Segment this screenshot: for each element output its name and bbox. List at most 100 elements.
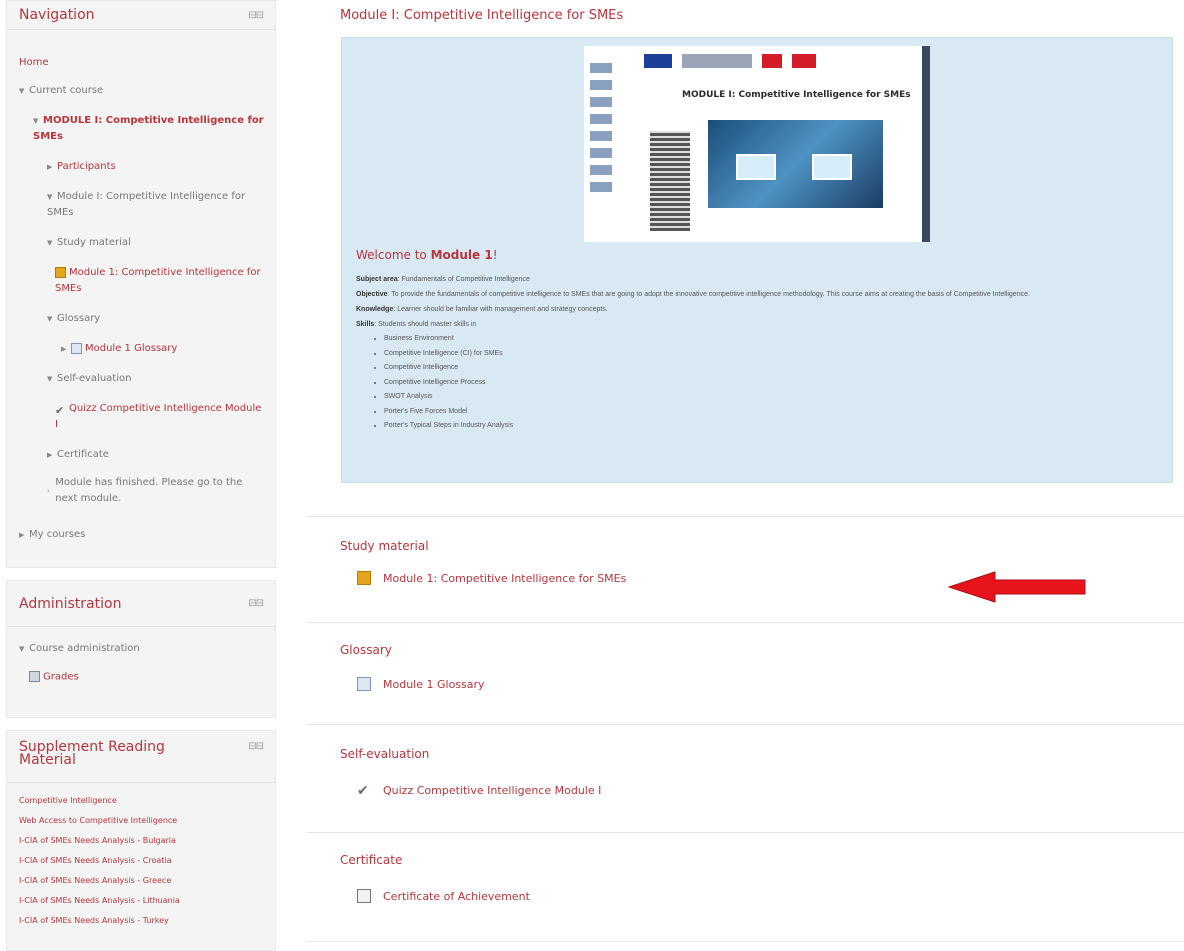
course-summary: MODULE I: Competitive Intelligence for S… (341, 37, 1173, 483)
main-content: Module I: Competitive Intelligence for S… (307, 0, 1184, 951)
supplement-link[interactable]: Web Access to Competitive Intelligence (19, 811, 263, 831)
nav-section-self[interactable]: ▼ Self-evaluation (47, 371, 131, 387)
caret-right-icon: ▶ (47, 163, 53, 171)
nav-course[interactable]: ▼ MODULE I: Competitive Intelligence for … (33, 113, 273, 145)
activity-label[interactable]: Certificate of Achievement (383, 890, 530, 903)
skill-item: Competitive Intelligence (384, 361, 1164, 376)
nav-section-module-label[interactable]: Module I: Competitive Intelligence for S… (47, 191, 245, 218)
section-title: Study material (340, 539, 429, 553)
nav-finished-note-label: Module has finished. Please go to the ne… (55, 477, 243, 504)
administration-header: Administration ⊟⊟ (7, 581, 275, 627)
supplement-block: Supplement Reading Material ⊟⊟ Competiti… (6, 730, 276, 951)
subject-label: Subject area (356, 276, 398, 283)
skills-line: Skills: Students should master skills in (356, 317, 1164, 332)
nav-study-item[interactable]: Module 1: Competitive Intelligence for S… (55, 265, 275, 297)
skill-item: Competitive Intelligence Process (384, 376, 1164, 391)
section-self-evaluation: Self-evaluation ✔ Quizz Competitive Intel… (307, 724, 1184, 832)
caret-down-icon: ▼ (47, 239, 53, 247)
nav-current-course[interactable]: ▼ Current course (19, 83, 103, 99)
nav-participants-label[interactable]: Participants (57, 161, 116, 172)
nav-section-glossary[interactable]: ▼ Glossary (47, 311, 100, 327)
navigation-title: Navigation (19, 7, 95, 23)
dock-icon[interactable]: ⊟⊟ (248, 598, 264, 609)
supplement-link[interactable]: Competitive Intelligence (19, 791, 263, 811)
supplement-link[interactable]: I-CIA of SMEs Needs Analysis - Croatia (19, 851, 263, 871)
section-study-material: Study material Module 1: Competitive Int… (307, 516, 1184, 622)
caret-right-icon: ▶ (47, 451, 53, 459)
nav-study-item-label[interactable]: Module 1: Competitive Intelligence for S… (55, 267, 261, 294)
skills-list: Business Environment Competitive Intelli… (356, 332, 1164, 434)
certificate-icon (357, 889, 371, 903)
activity-label[interactable]: Module 1 Glossary (383, 678, 485, 691)
activity-glossary[interactable]: Module 1 Glossary (357, 677, 485, 691)
administration-block: Administration ⊟⊟ ▼ Course administration… (6, 580, 276, 718)
section-certificate: Certificate Certificate of Achievement (307, 832, 1184, 942)
course-administration-label[interactable]: Course administration (29, 643, 140, 654)
nav-quiz-item[interactable]: ✔ Quizz Competitive Intelligence Module I (55, 401, 265, 433)
nav-section-self-label[interactable]: Self-evaluation (57, 373, 131, 384)
nav-section-study[interactable]: ▼ Study material (47, 235, 131, 251)
caret-down-icon: ▼ (47, 315, 53, 323)
knowledge-line: Knowledge: Learner should be familiar wi… (356, 302, 1164, 317)
caret-down-icon: ▼ (19, 87, 25, 95)
caret-down-icon: ▼ (47, 375, 53, 383)
caret-down-icon: ▼ (19, 645, 25, 653)
supplement-link[interactable]: I-CIA of SMEs Needs Analysis - Greece (19, 871, 263, 891)
nav-my-courses[interactable]: ▶ My courses (19, 527, 85, 543)
activity-label[interactable]: Quizz Competitive Intelligence Module I (383, 784, 601, 797)
supplement-link[interactable]: I-CIA of SMEs Needs Analysis - Bulgaria (19, 831, 263, 851)
skill-item: Porter's Typical Steps in Industry Analy… (384, 419, 1164, 434)
nav-my-courses-label[interactable]: My courses (29, 529, 85, 540)
glossary-icon (71, 342, 82, 354)
nav-quiz-item-label[interactable]: Quizz Competitive Intelligence Module I (55, 403, 261, 430)
nav-section-certificate-label[interactable]: Certificate (57, 449, 109, 460)
objective-label: Objective (356, 291, 388, 298)
subject-text: : Fundamentals of Competitive Intelligen… (397, 276, 530, 283)
nav-course-label[interactable]: MODULE I: Competitive Intelligence for S… (33, 115, 264, 142)
activity-certificate[interactable]: Certificate of Achievement (357, 889, 530, 903)
book-icon (357, 571, 371, 585)
section-title: Self-evaluation (340, 747, 430, 761)
activity-label[interactable]: Module 1: Competitive Intelligence for S… (383, 572, 626, 585)
caret-down-icon: ▼ (47, 193, 53, 201)
activity-study-book[interactable]: Module 1: Competitive Intelligence for S… (357, 571, 626, 585)
partner-logos (590, 56, 630, 199)
book-icon (55, 266, 66, 278)
section-title: Certificate (340, 853, 403, 867)
quiz-check-icon: ✔ (357, 783, 369, 799)
quiz-check-icon: ✔ (55, 403, 65, 417)
supplement-link[interactable]: I-CIA of SMEs Needs Analysis - Turkey (19, 911, 263, 931)
banner-title: MODULE I: Competitive Intelligence for S… (682, 90, 911, 100)
grades-table-icon (29, 671, 40, 682)
red-arrow-icon (947, 571, 1086, 603)
activity-quiz[interactable]: ✔ Quizz Competitive Intelligence Module I (357, 783, 601, 799)
glossary-icon (357, 677, 371, 691)
skill-item: Porter's Five Forces Model (384, 405, 1164, 420)
grades-label[interactable]: Grades (43, 672, 79, 683)
skills-label: Skills (356, 321, 375, 328)
nav-section-certificate[interactable]: ▶ Certificate (47, 447, 109, 463)
dock-icon[interactable]: ⊟⊟ (248, 10, 264, 21)
navigation-block: Navigation ⊟⊟ Home ▼ Current course ▼ MODU… (6, 0, 276, 568)
course-administration[interactable]: ▼ Course administration (19, 643, 140, 654)
nav-participants[interactable]: ▶ Participants (47, 159, 116, 175)
supplement-link[interactable]: I-CIA of SMEs Needs Analysis - Lithuania (19, 891, 263, 911)
nav-section-module[interactable]: ▼ Module I: Competitive Intelligence for … (47, 189, 267, 221)
nav-home[interactable]: Home (19, 55, 49, 71)
objective-text: : To provide the fundamentals of competi… (387, 291, 1030, 298)
summary-text: Subject area: Fundamentals of Competitiv… (356, 272, 1164, 434)
grades-link[interactable]: Grades (29, 671, 79, 683)
skill-item: SWOT Analysis (384, 390, 1164, 405)
section-title: Glossary (340, 643, 392, 657)
nav-glossary-item[interactable]: ▶ Module 1 Glossary (61, 341, 177, 357)
nav-glossary-item-label[interactable]: Module 1 Glossary (85, 343, 177, 354)
nav-home-label[interactable]: Home (19, 57, 49, 68)
nav-section-study-label[interactable]: Study material (57, 237, 131, 248)
course-banner-image: MODULE I: Competitive Intelligence for S… (584, 46, 930, 242)
nav-current-course-label[interactable]: Current course (29, 85, 103, 96)
welcome-suffix: ! (492, 248, 498, 262)
welcome-bold: Module 1 (430, 248, 493, 262)
objective-line: Objective: To provide the fundamentals o… (356, 287, 1164, 302)
dock-icon[interactable]: ⊟⊟ (248, 741, 264, 752)
nav-section-glossary-label[interactable]: Glossary (57, 313, 100, 324)
